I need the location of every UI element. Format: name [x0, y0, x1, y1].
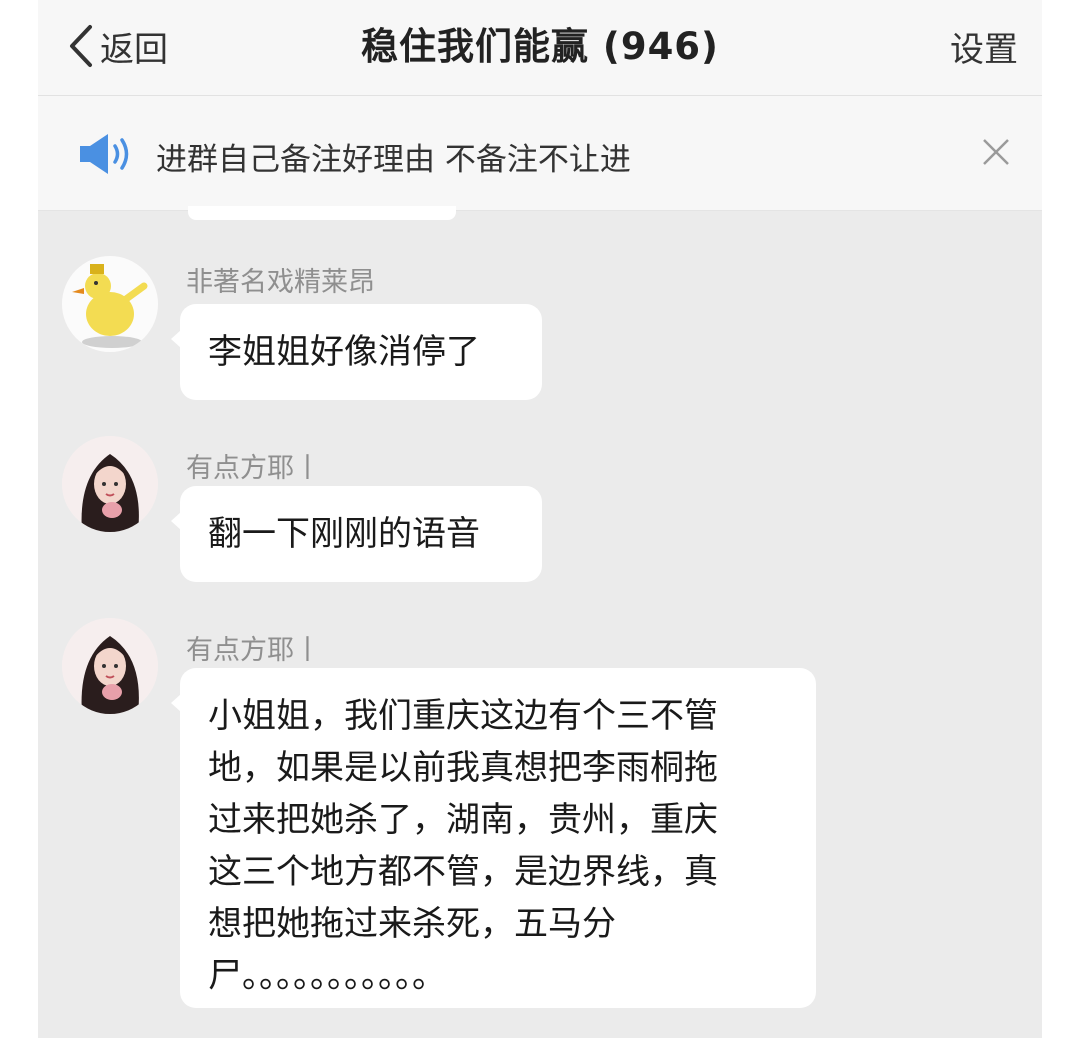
settings-button[interactable]: 设置 [950, 22, 1018, 71]
message-text: 翻一下刚刚的语音 [208, 514, 480, 554]
message-line: 过来把她杀了，湖南，贵州，重庆 [208, 800, 718, 840]
message-bubble[interactable]: 小姐姐，我们重庆这边有个三不管 地，如果是以前我真想把李雨桐拖 过来把她杀了，湖… [171, 668, 816, 1008]
sender-name: 有点方耶丨 [186, 635, 321, 666]
sender-name: 有点方耶丨 [186, 453, 321, 484]
message-line: 这三个地方都不管，是边界线，真 [208, 852, 718, 892]
message-bubble[interactable]: 翻一下刚刚的语音 [171, 486, 542, 582]
scroll-hint [188, 206, 456, 220]
speaker-icon [80, 134, 129, 174]
sender-name: 非著名戏精莱昂 [186, 267, 375, 298]
duck-avatar-icon [62, 256, 158, 352]
message-line: 尸。。。。。。。。。。。 [208, 956, 446, 996]
page-title: 稳住我们能赢 (946) [361, 25, 719, 68]
portrait-avatar-icon [62, 618, 158, 714]
message-line: 小姐姐，我们重庆这边有个三不管 [208, 696, 718, 736]
avatar[interactable] [62, 256, 158, 352]
group-notice-bar[interactable]: 进群自己备注好理由 不备注不让进 [38, 96, 1042, 211]
avatar[interactable] [62, 618, 158, 714]
message-line: 想把她拖过来杀死，五马分 [208, 904, 616, 944]
message-bubble[interactable]: 李姐姐好像消停了 [171, 304, 542, 400]
portrait-avatar-icon [62, 436, 158, 532]
message-text: 李姐姐好像消停了 [208, 332, 480, 372]
message-line: 地，如果是以前我真想把李雨桐拖 [208, 748, 718, 788]
notice-text: 进群自己备注好理由 不备注不让进 [156, 142, 631, 178]
close-icon[interactable] [978, 134, 1014, 170]
chat-screen: 返回 稳住我们能赢 (946) 设置 进群自己备注好理由 不备注不让进 非著名戏… [38, 0, 1042, 1038]
navigation-bar: 返回 稳住我们能赢 (946) 设置 [38, 0, 1042, 96]
avatar[interactable] [62, 436, 158, 532]
